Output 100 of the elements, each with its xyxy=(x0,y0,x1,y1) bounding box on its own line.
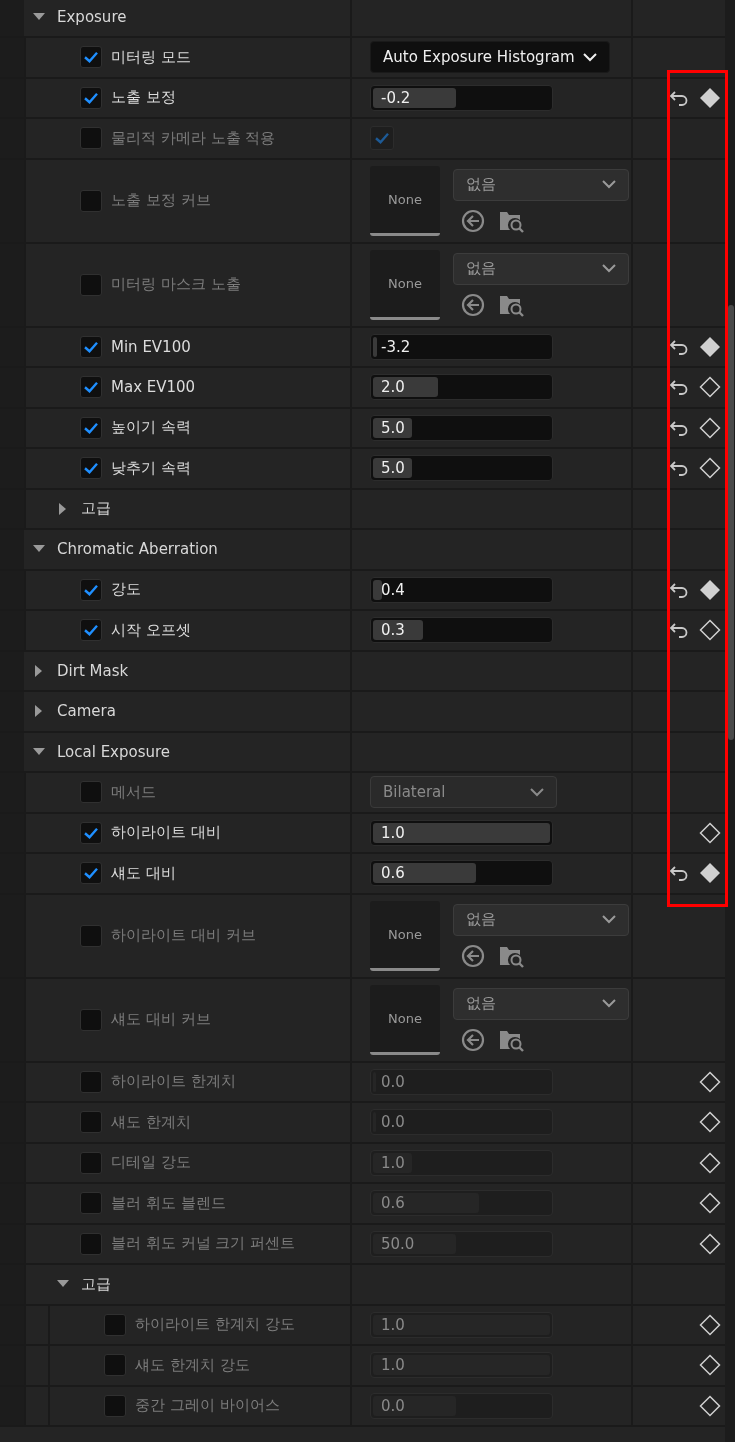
use-selected-icon[interactable] xyxy=(461,292,485,317)
checkbox[interactable] xyxy=(80,862,102,885)
checkbox[interactable] xyxy=(104,1394,126,1417)
checkmark-icon xyxy=(84,91,98,104)
checkbox[interactable] xyxy=(104,1354,126,1377)
asset-thumbnail[interactable]: None xyxy=(370,984,440,1055)
property-label: 블러 휘도 블렌드 xyxy=(111,1193,226,1213)
checkbox[interactable] xyxy=(80,1151,102,1174)
checkbox[interactable] xyxy=(80,273,102,296)
category-header[interactable]: Dirt Mask xyxy=(57,661,129,680)
reset-arrow-icon[interactable] xyxy=(669,379,689,396)
number-slider[interactable]: 1.0 xyxy=(370,1352,553,1379)
asset-thumbnail[interactable]: None xyxy=(370,165,440,236)
number-slider[interactable]: 0.3 xyxy=(370,617,553,644)
group-label[interactable]: 고급 xyxy=(81,499,111,519)
use-selected-icon[interactable] xyxy=(461,208,485,233)
checkbox[interactable] xyxy=(80,1232,102,1255)
asset-dropdown[interactable]: 없음 xyxy=(453,903,629,936)
asset-dropdown[interactable]: 없음 xyxy=(453,987,629,1020)
checkbox[interactable] xyxy=(80,821,102,844)
checkmark-icon xyxy=(84,867,98,880)
property-label: 섀도 대비 xyxy=(111,863,176,883)
keyframe-icon[interactable] xyxy=(699,1111,721,1134)
reset-arrow-icon[interactable] xyxy=(669,581,689,598)
property-label: 강도 xyxy=(111,580,141,600)
checkbox[interactable] xyxy=(80,457,102,480)
keyframe-icon[interactable] xyxy=(699,1232,721,1255)
number-slider[interactable]: 0.0 xyxy=(370,1068,553,1095)
checkbox[interactable] xyxy=(80,376,102,399)
category-header[interactable]: Camera xyxy=(57,702,116,721)
reset-arrow-icon[interactable] xyxy=(669,338,689,355)
asset-thumbnail[interactable]: None xyxy=(370,249,440,320)
property-label: 물리적 카메라 노출 적용 xyxy=(111,128,276,148)
keyframe-icon[interactable] xyxy=(699,86,721,109)
checkbox[interactable] xyxy=(80,416,102,439)
checkbox[interactable] xyxy=(80,781,102,804)
asset-thumbnail[interactable]: None xyxy=(370,900,440,971)
checkbox[interactable] xyxy=(80,189,102,212)
asset-dropdown[interactable]: 없음 xyxy=(453,168,629,201)
checkbox[interactable] xyxy=(370,126,394,151)
number-slider[interactable]: 0.4 xyxy=(370,576,553,603)
reset-arrow-icon[interactable] xyxy=(669,622,689,639)
keyframe-icon[interactable] xyxy=(699,416,721,439)
chevron-down-icon xyxy=(530,787,544,797)
dropdown[interactable]: Bilateral xyxy=(370,776,557,809)
number-slider[interactable]: 2.0 xyxy=(370,374,553,401)
property-label: 미터링 마스크 노출 xyxy=(111,275,241,294)
number-slider[interactable]: 50.0 xyxy=(370,1230,553,1257)
property-label: 블러 휘도 커널 크기 퍼센트 xyxy=(111,1234,296,1254)
checkbox[interactable] xyxy=(80,1008,102,1031)
use-selected-icon[interactable] xyxy=(461,943,485,968)
keyframe-icon[interactable] xyxy=(699,862,721,885)
number-slider[interactable]: 0.6 xyxy=(370,860,553,887)
property-label: 하이라이트 한계치 강도 xyxy=(135,1315,295,1335)
keyframe-icon[interactable] xyxy=(699,376,721,399)
reset-arrow-icon[interactable] xyxy=(669,865,689,882)
number-slider[interactable]: 0.0 xyxy=(370,1392,553,1419)
checkbox[interactable] xyxy=(80,46,102,69)
group-label[interactable]: 고급 xyxy=(81,1274,111,1294)
checkbox[interactable] xyxy=(104,1313,126,1336)
keyframe-icon[interactable] xyxy=(699,1192,721,1215)
keyframe-icon[interactable] xyxy=(699,335,721,358)
asset-dropdown[interactable]: 없음 xyxy=(453,252,629,285)
checkbox[interactable] xyxy=(80,924,102,947)
checkbox[interactable] xyxy=(80,335,102,358)
number-slider[interactable]: 0.6 xyxy=(370,1190,553,1217)
checkbox[interactable] xyxy=(80,1070,102,1093)
checkbox[interactable] xyxy=(80,619,102,642)
scrollbar-thumb[interactable] xyxy=(728,305,734,740)
reset-arrow-icon[interactable] xyxy=(669,89,689,106)
number-slider[interactable]: 1.0 xyxy=(370,1149,553,1176)
keyframe-icon[interactable] xyxy=(699,1070,721,1093)
number-slider[interactable]: -3.2 xyxy=(370,333,553,360)
checkbox[interactable] xyxy=(80,86,102,109)
checkbox[interactable] xyxy=(80,578,102,601)
keyframe-icon[interactable] xyxy=(699,1151,721,1174)
number-slider[interactable]: 0.0 xyxy=(370,1109,553,1136)
number-slider[interactable]: 5.0 xyxy=(370,455,553,482)
number-slider[interactable]: 1.0 xyxy=(370,1311,553,1338)
dropdown[interactable]: Auto Exposure Histogram xyxy=(370,41,610,74)
reset-arrow-icon[interactable] xyxy=(669,460,689,477)
reset-arrow-icon[interactable] xyxy=(669,419,689,436)
number-slider[interactable]: 1.0 xyxy=(370,819,553,846)
number-slider[interactable]: 5.0 xyxy=(370,414,553,441)
keyframe-icon[interactable] xyxy=(699,457,721,480)
keyframe-icon[interactable] xyxy=(699,1313,721,1336)
property-label: 디테일 강도 xyxy=(111,1153,191,1173)
keyframe-icon[interactable] xyxy=(699,619,721,642)
category-header[interactable]: Exposure xyxy=(57,7,127,26)
checkbox[interactable] xyxy=(80,1111,102,1134)
category-header[interactable]: Local Exposure xyxy=(57,742,171,761)
category-header[interactable]: Chromatic Aberration xyxy=(57,540,218,559)
use-selected-icon[interactable] xyxy=(461,1027,485,1052)
keyframe-icon[interactable] xyxy=(699,578,721,601)
checkbox[interactable] xyxy=(80,1192,102,1215)
keyframe-icon[interactable] xyxy=(699,1354,721,1377)
keyframe-icon[interactable] xyxy=(699,821,721,844)
checkbox[interactable] xyxy=(80,127,102,150)
number-slider[interactable]: -0.2 xyxy=(370,84,553,111)
keyframe-icon[interactable] xyxy=(699,1394,721,1417)
